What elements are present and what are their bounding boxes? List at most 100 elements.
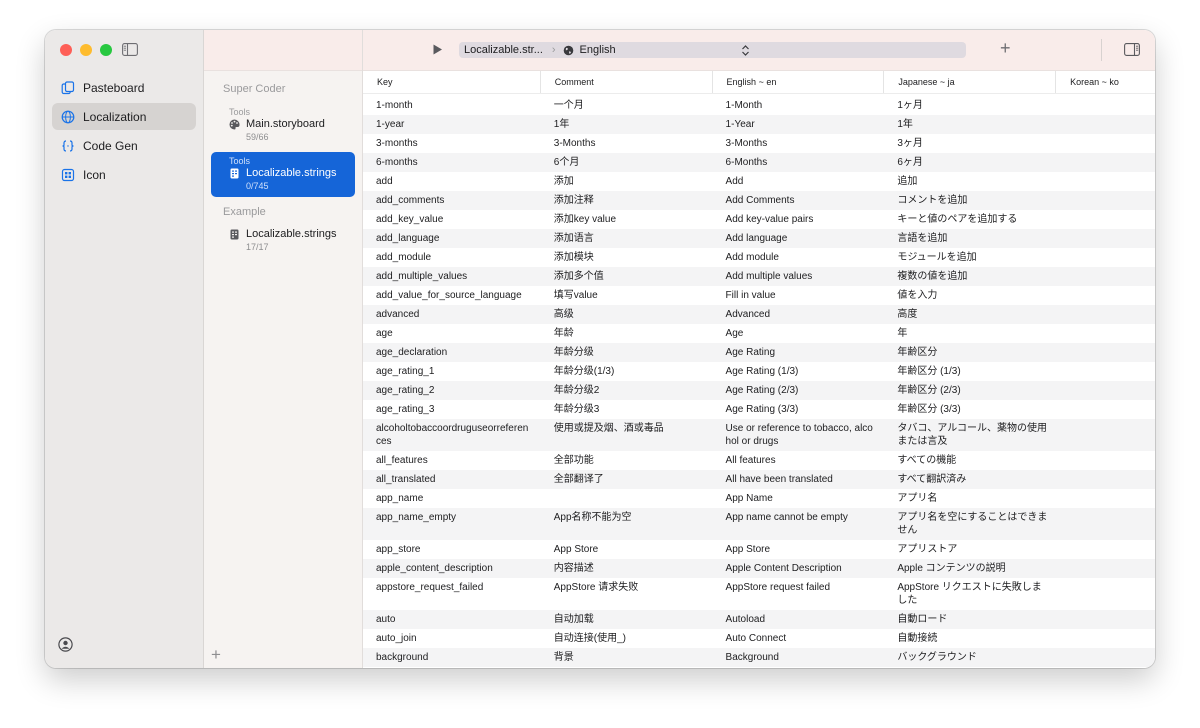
table-row[interactable]: apple_content_description 内容描述 Apple Conte… bbox=[363, 559, 1155, 578]
cell-comment[interactable]: 添加语言 bbox=[541, 232, 713, 245]
cell-key[interactable]: age_rating_1 bbox=[363, 365, 541, 378]
cell-english[interactable]: 3-Months bbox=[713, 137, 885, 150]
cell-key[interactable]: 1-month bbox=[363, 99, 541, 112]
table-row[interactable]: age_rating_2 年龄分级2 Age Rating (2/3) 年齢区分 (2… bbox=[363, 381, 1155, 400]
cell-english[interactable]: Fill in value bbox=[713, 289, 885, 302]
file-item-main-storyboard[interactable]: Tools Main.storyboard 59/66 bbox=[211, 103, 355, 148]
cell-english[interactable]: 1-Month bbox=[713, 99, 885, 112]
table-row[interactable]: add 添加 Add 追加 bbox=[363, 172, 1155, 191]
cell-japanese[interactable]: 追加 bbox=[884, 175, 1056, 188]
cell-korean[interactable] bbox=[1056, 384, 1155, 397]
cell-english[interactable]: App Name bbox=[713, 492, 885, 505]
cell-japanese[interactable]: すべての機能 bbox=[884, 454, 1056, 467]
cell-key[interactable]: age_rating_3 bbox=[363, 403, 541, 416]
sidebar-item-localization[interactable]: Localization bbox=[52, 103, 196, 130]
cell-japanese[interactable]: 値を入力 bbox=[884, 289, 1056, 302]
table-row[interactable]: background 背景 Background バックグラウンド bbox=[363, 648, 1155, 667]
cell-key[interactable]: advanced bbox=[363, 308, 541, 321]
cell-japanese[interactable]: キーと値のペアを追加する bbox=[884, 213, 1056, 226]
table-row[interactable]: auto 自动加载 Autoload 自動ロード bbox=[363, 610, 1155, 629]
cell-comment[interactable]: 添加key value bbox=[541, 213, 713, 226]
cell-english[interactable]: Add multiple values bbox=[713, 270, 885, 283]
cell-japanese[interactable]: 1年 bbox=[884, 118, 1056, 131]
cell-comment[interactable]: 年龄分级(1/3) bbox=[541, 365, 713, 378]
cell-korean[interactable] bbox=[1056, 213, 1155, 226]
table-row[interactable]: appstore_request_failed AppStore 请求失败 AppS… bbox=[363, 578, 1155, 610]
add-language-button[interactable]: + bbox=[1000, 39, 1011, 57]
cell-korean[interactable] bbox=[1056, 308, 1155, 321]
cell-korean[interactable] bbox=[1056, 289, 1155, 302]
cell-comment[interactable]: 年龄分级2 bbox=[541, 384, 713, 397]
cell-english[interactable]: Add key-value pairs bbox=[713, 213, 885, 226]
cell-comment[interactable]: 高级 bbox=[541, 308, 713, 321]
cell-comment[interactable]: 年龄分级 bbox=[541, 346, 713, 359]
cell-key[interactable]: app_name bbox=[363, 492, 541, 505]
cell-comment[interactable]: 添加模块 bbox=[541, 251, 713, 264]
cell-korean[interactable] bbox=[1056, 156, 1155, 169]
cell-comment[interactable]: 背景 bbox=[541, 651, 713, 664]
cell-comment[interactable] bbox=[541, 492, 713, 505]
cell-korean[interactable] bbox=[1056, 137, 1155, 150]
account-icon[interactable] bbox=[58, 637, 73, 652]
table-row[interactable]: auto_join 自动连接(使用_) Auto Connect 自動接続 bbox=[363, 629, 1155, 648]
table-row[interactable]: app_name App Name アプリ名 bbox=[363, 489, 1155, 508]
cell-comment[interactable]: App名称不能为空 bbox=[541, 511, 713, 537]
cell-comment[interactable]: 使用或提及烟、酒或毒品 bbox=[541, 422, 713, 448]
cell-key[interactable]: 6-months bbox=[363, 156, 541, 169]
cell-korean[interactable] bbox=[1056, 422, 1155, 448]
cell-japanese[interactable]: 自動接続 bbox=[884, 632, 1056, 645]
table-row[interactable]: all_features 全部功能 All features すべての機能 bbox=[363, 451, 1155, 470]
cell-japanese[interactable]: 年 bbox=[884, 327, 1056, 340]
column-header-korean[interactable]: Korean ~ ko bbox=[1056, 71, 1155, 93]
table-row[interactable]: all_translated 全部翻译了 All have been transla… bbox=[363, 470, 1155, 489]
table-row[interactable]: app_name_empty App名称不能为空 App name cannot b… bbox=[363, 508, 1155, 540]
cell-key[interactable]: 3-months bbox=[363, 137, 541, 150]
cell-comment[interactable]: 添加 bbox=[541, 175, 713, 188]
table-row[interactable]: 1-month 一个月 1-Month 1ヶ月 bbox=[363, 96, 1155, 115]
cell-comment[interactable]: 6个月 bbox=[541, 156, 713, 169]
cell-english[interactable]: 6-Months bbox=[713, 156, 885, 169]
cell-japanese[interactable]: AppStore リクエストに失敗しました bbox=[884, 581, 1056, 607]
cell-key[interactable]: 1-year bbox=[363, 118, 541, 131]
cell-comment[interactable]: 1年 bbox=[541, 118, 713, 131]
table-row[interactable]: alcoholtobaccoordruguseorreferences 使用或提及… bbox=[363, 419, 1155, 451]
table-row[interactable]: app_store App Store App Store アプリストア bbox=[363, 540, 1155, 559]
cell-korean[interactable] bbox=[1056, 403, 1155, 416]
cell-english[interactable]: Age Rating bbox=[713, 346, 885, 359]
cell-korean[interactable] bbox=[1056, 454, 1155, 467]
file-language-selector[interactable]: Localizable.str... › English bbox=[459, 42, 966, 58]
cell-korean[interactable] bbox=[1056, 346, 1155, 359]
column-header-comment[interactable]: Comment bbox=[541, 71, 713, 93]
cell-english[interactable]: Age Rating (3/3) bbox=[713, 403, 885, 416]
cell-korean[interactable] bbox=[1056, 613, 1155, 626]
cell-key[interactable]: add_module bbox=[363, 251, 541, 264]
cell-comment[interactable]: 添加多个值 bbox=[541, 270, 713, 283]
cell-japanese[interactable]: 年齢区分 (1/3) bbox=[884, 365, 1056, 378]
table-row[interactable]: age_declaration 年龄分级 Age Rating 年齢区分 bbox=[363, 343, 1155, 362]
minimize-window-button[interactable] bbox=[80, 44, 92, 56]
sidebar-item-pasteboard[interactable]: Pasteboard bbox=[52, 74, 196, 101]
cell-japanese[interactable]: Apple コンテンツの説明 bbox=[884, 562, 1056, 575]
cell-korean[interactable] bbox=[1056, 651, 1155, 664]
cell-korean[interactable] bbox=[1056, 118, 1155, 131]
cell-key[interactable]: auto bbox=[363, 613, 541, 626]
cell-key[interactable]: age_declaration bbox=[363, 346, 541, 359]
column-header-key[interactable]: Key bbox=[363, 71, 541, 93]
cell-key[interactable]: add_multiple_values bbox=[363, 270, 541, 283]
cell-english[interactable]: Autoload bbox=[713, 613, 885, 626]
table-row[interactable]: add_value_for_source_language 填写value Fill… bbox=[363, 286, 1155, 305]
cell-korean[interactable] bbox=[1056, 251, 1155, 264]
cell-english[interactable]: App Store bbox=[713, 543, 885, 556]
cell-korean[interactable] bbox=[1056, 543, 1155, 556]
table-row[interactable]: age_rating_3 年龄分级3 Age Rating (3/3) 年齢区分 (3… bbox=[363, 400, 1155, 419]
cell-japanese[interactable]: 年齢区分 bbox=[884, 346, 1056, 359]
cell-english[interactable]: Apple Content Description bbox=[713, 562, 885, 575]
cell-japanese[interactable]: 年齢区分 (3/3) bbox=[884, 403, 1056, 416]
cell-korean[interactable] bbox=[1056, 99, 1155, 112]
cell-korean[interactable] bbox=[1056, 473, 1155, 486]
cell-japanese[interactable]: 年齢区分 (2/3) bbox=[884, 384, 1056, 397]
sidebar-item-icon[interactable]: Icon bbox=[52, 161, 196, 188]
cell-key[interactable]: add_value_for_source_language bbox=[363, 289, 541, 302]
cell-english[interactable]: Auto Connect bbox=[713, 632, 885, 645]
table-row[interactable]: 3-months 3-Months 3-Months 3ヶ月 bbox=[363, 134, 1155, 153]
